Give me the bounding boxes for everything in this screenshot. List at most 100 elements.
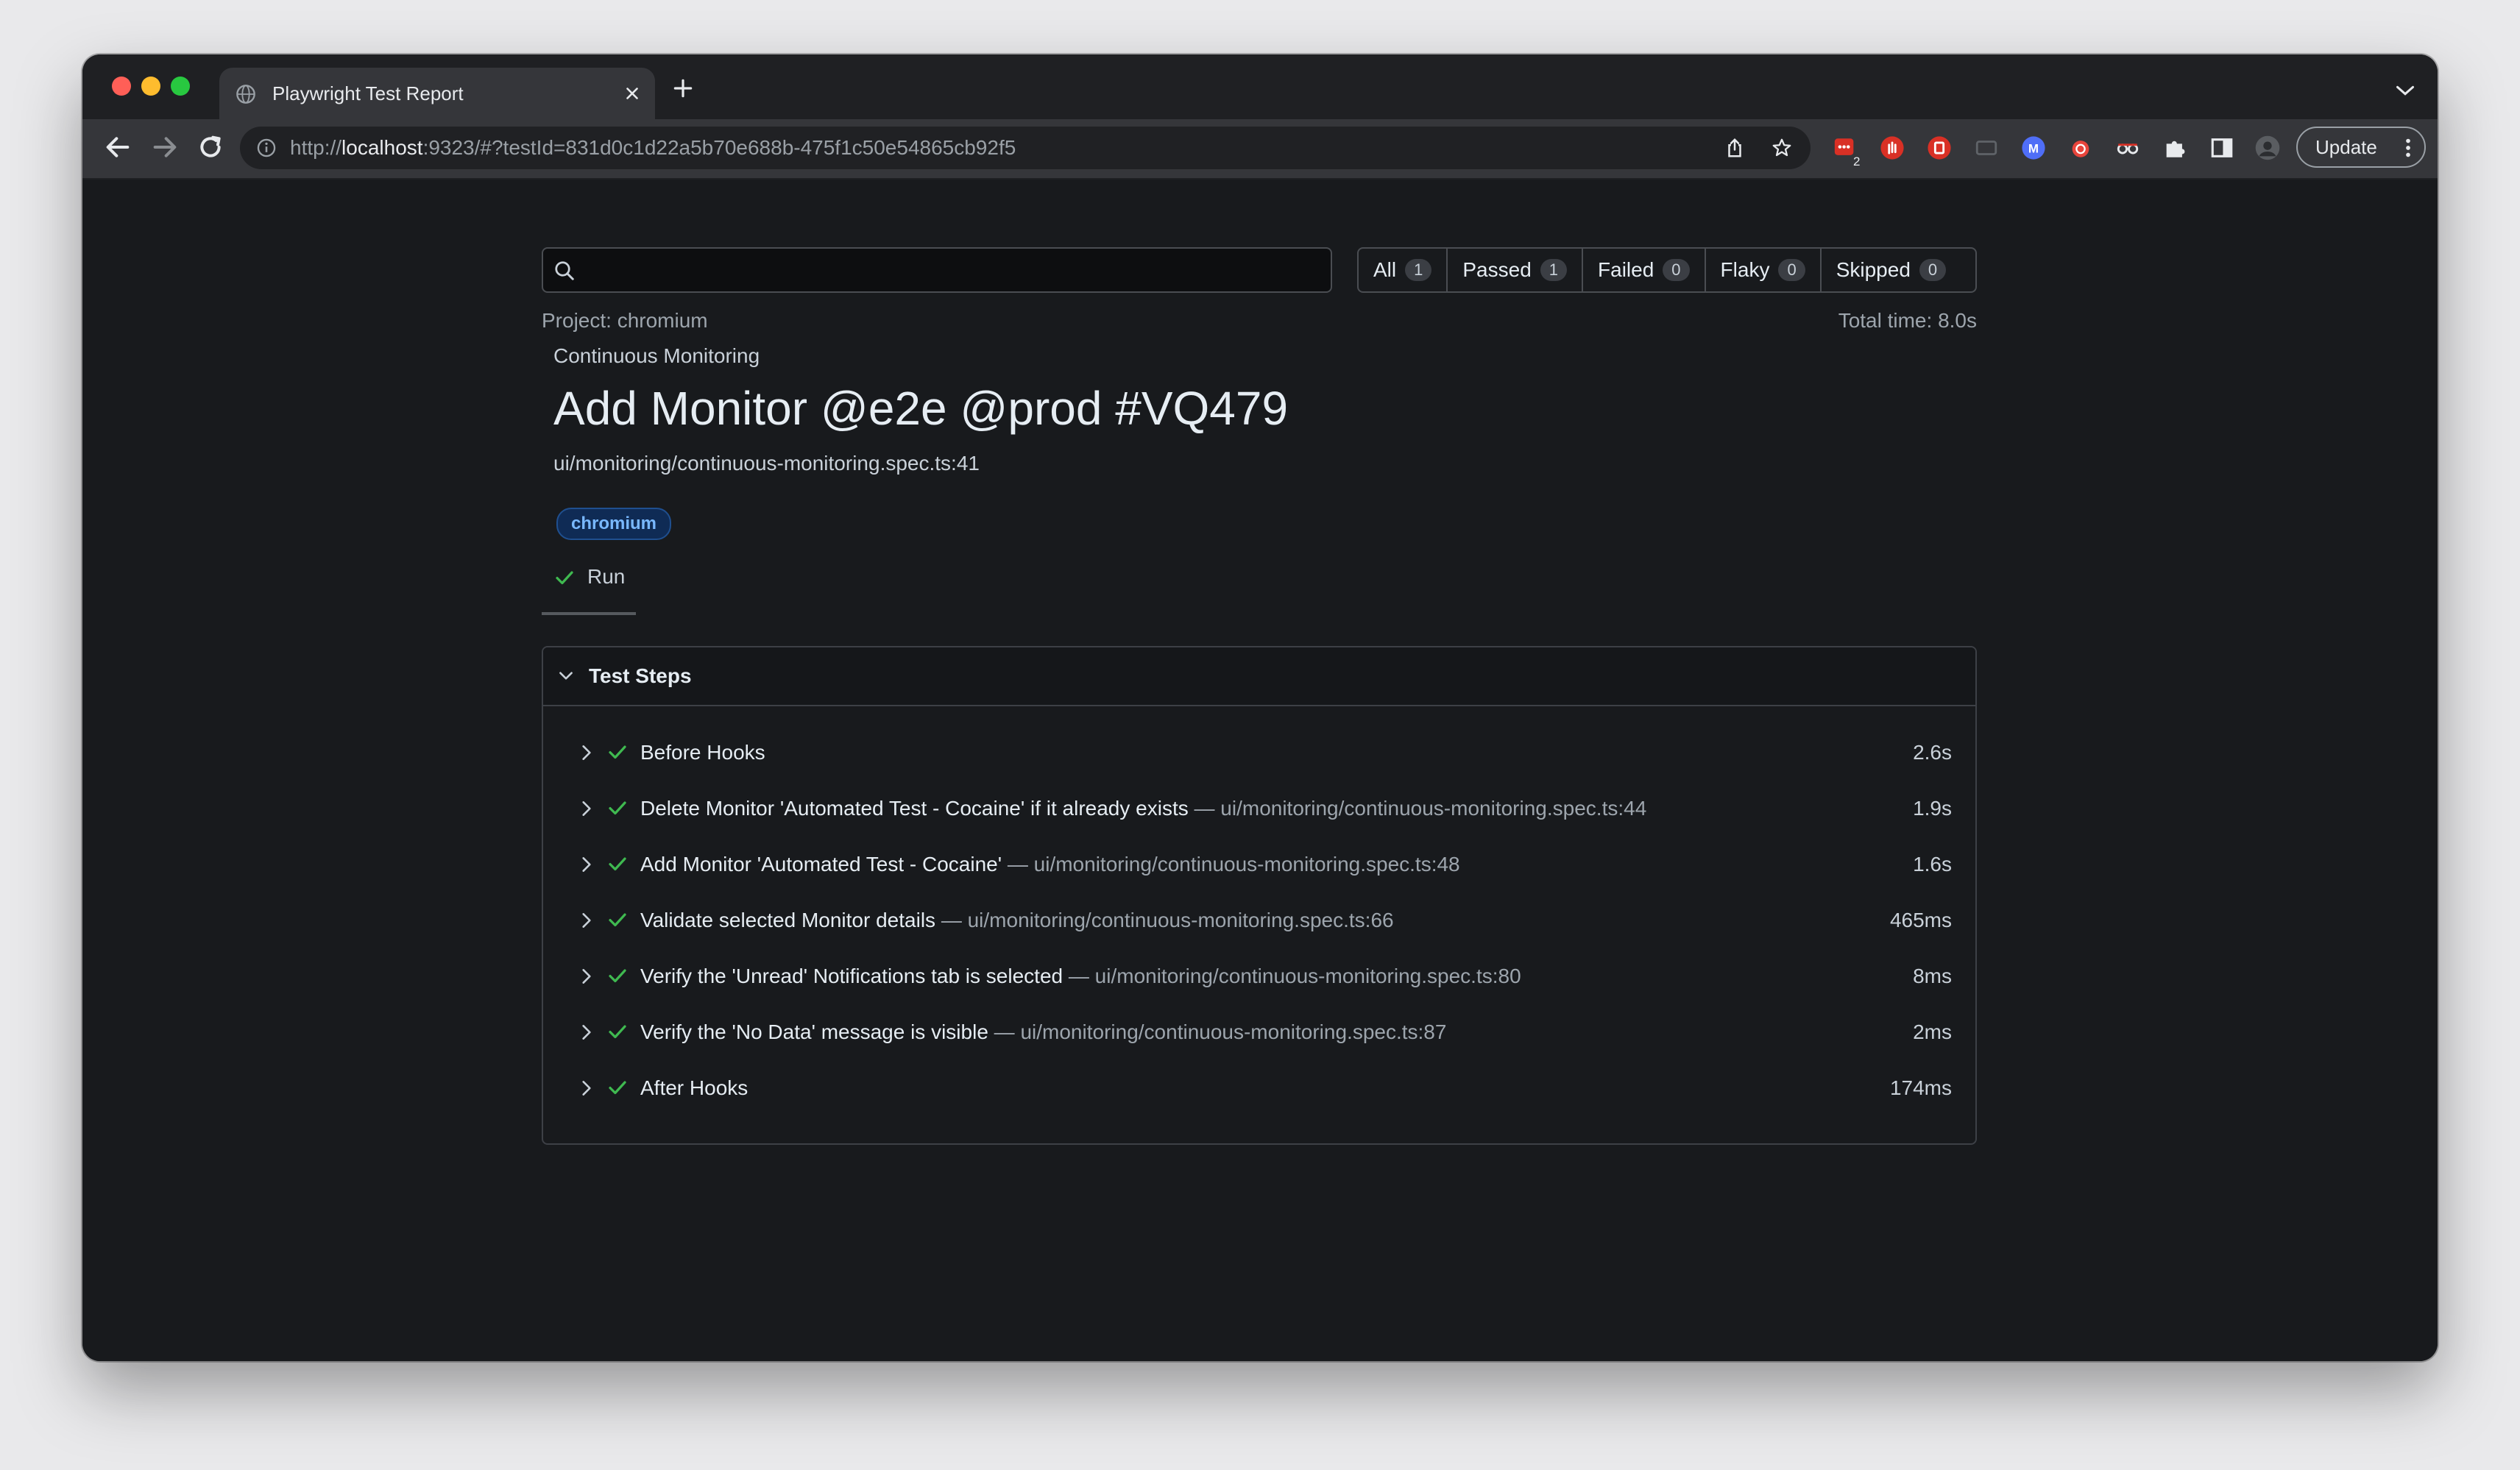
report-page: All 1 Passed 1 Failed 0 Flaky 0 Skipped …: [82, 180, 2438, 1361]
back-arrow-icon[interactable]: [103, 132, 132, 162]
bug-icon[interactable]: [2068, 135, 2093, 160]
chevron-right-icon: [582, 913, 591, 928]
suite-title: Continuous Monitoring: [553, 344, 760, 367]
step-label: Verify the 'Unread' Notifications tab is…: [640, 948, 1521, 1004]
url-text: http://localhost:9323/#?testId=831d0c1d2…: [290, 127, 1016, 169]
filter-count: 0: [1778, 259, 1805, 281]
browser-window: Playwright Test Report http://localhost:…: [82, 54, 2438, 1361]
close-icon[interactable]: [623, 84, 642, 103]
filter-failed[interactable]: Failed 0: [1583, 249, 1706, 291]
more-vertical-icon: [2406, 138, 2410, 157]
filter-label: Flaky: [1720, 258, 1770, 281]
share-icon[interactable]: [1724, 137, 1746, 159]
step-duration: 465ms: [1889, 909, 1952, 931]
step-row[interactable]: Verify the 'Unread' Notifications tab is…: [543, 948, 1975, 1004]
run-tab-label: Run: [587, 565, 626, 588]
project-badge[interactable]: chromium: [556, 508, 672, 540]
step-duration: 1.9s: [1913, 797, 1952, 820]
extension-badge: 2: [1853, 155, 1861, 168]
search-input[interactable]: [584, 249, 1323, 293]
filter-count: 1: [1540, 259, 1568, 281]
step-row[interactable]: Add Monitor 'Automated Test - Cocaine' —…: [543, 837, 1975, 892]
step-row[interactable]: Verify the 'No Data' message is visible …: [543, 1004, 1975, 1060]
test-location: ui/monitoring/continuous-monitoring.spec…: [553, 452, 980, 475]
record-icon[interactable]: [1927, 135, 1952, 160]
search-box[interactable]: [542, 247, 1332, 293]
filter-skipped[interactable]: Skipped 0: [1822, 249, 1961, 291]
side-panel-icon[interactable]: [2209, 135, 2234, 160]
url-host: localhost: [341, 136, 423, 159]
step-row[interactable]: After Hooks 174ms: [543, 1060, 1975, 1116]
filter-flaky[interactable]: Flaky 0: [1706, 249, 1822, 291]
monitor-icon[interactable]: [1974, 135, 1999, 160]
step-row[interactable]: Before Hooks 2.6s: [543, 725, 1975, 781]
step-location: — ui/monitoring/continuous-monitoring.sp…: [1188, 797, 1647, 820]
chevron-down-icon: [559, 672, 573, 680]
step-row[interactable]: Delete Monitor 'Automated Test - Cocaine…: [543, 781, 1975, 837]
search-icon: [555, 261, 574, 280]
minimize-window-button[interactable]: [141, 77, 160, 96]
step-location: — ui/monitoring/continuous-monitoring.sp…: [1002, 853, 1460, 876]
browser-tab[interactable]: Playwright Test Report: [219, 68, 655, 119]
step-label: Before Hooks: [640, 725, 765, 781]
step-label: Add Monitor 'Automated Test - Cocaine' —…: [640, 837, 1460, 892]
forward-arrow-icon[interactable]: [150, 132, 180, 162]
update-label: Update: [2315, 136, 2377, 158]
info-icon[interactable]: [256, 138, 277, 158]
filter-all[interactable]: All 1: [1359, 249, 1448, 291]
globe-icon: [236, 85, 255, 104]
close-window-button[interactable]: [112, 77, 131, 96]
filter-passed[interactable]: Passed 1: [1448, 249, 1584, 291]
step-label: After Hooks: [640, 1060, 748, 1116]
step-label: Delete Monitor 'Automated Test - Cocaine…: [640, 781, 1646, 837]
chevron-right-icon: [582, 857, 591, 872]
m-icon[interactable]: M: [2021, 135, 2046, 160]
step-title: Verify the 'Unread' Notifications tab is…: [640, 965, 1063, 987]
step-duration: 2ms: [1913, 1020, 1952, 1043]
update-button[interactable]: Update: [2296, 127, 2426, 168]
test-steps-panel: Test Steps Before Hooks 2.6s Delete Moni…: [542, 646, 1977, 1145]
address-bar[interactable]: http://localhost:9323/#?testId=831d0c1d2…: [240, 127, 1811, 169]
step-title: Add Monitor 'Automated Test - Cocaine': [640, 853, 1002, 876]
total-time: Total time: 8.0s: [1838, 309, 1977, 332]
test-steps-header[interactable]: Test Steps: [543, 647, 1975, 706]
step-title: Delete Monitor 'Automated Test - Cocaine…: [640, 797, 1189, 820]
filter-label: All: [1373, 258, 1397, 281]
step-label: Verify the 'No Data' message is visible …: [640, 1004, 1446, 1060]
new-tab-plus-icon[interactable]: [671, 77, 695, 100]
check-icon: [609, 969, 626, 983]
filter-count: 0: [1919, 259, 1947, 281]
puzzle-icon[interactable]: [2162, 135, 2187, 160]
step-location: — ui/monitoring/continuous-monitoring.sp…: [935, 909, 1394, 931]
tab-run[interactable]: Run: [542, 555, 636, 615]
check-icon: [609, 745, 626, 759]
filter-count: 0: [1663, 259, 1690, 281]
tab-title: Playwright Test Report: [272, 82, 464, 104]
check-icon: [609, 913, 626, 927]
filter-label: Failed: [1598, 258, 1654, 281]
glasses-icon[interactable]: [2115, 135, 2140, 160]
chevron-right-icon: [582, 1025, 591, 1040]
chevron-down-icon[interactable]: [2395, 84, 2415, 97]
chevron-right-icon: [582, 801, 591, 816]
check-icon: [609, 1025, 626, 1039]
step-row[interactable]: Validate selected Monitor details — ui/m…: [543, 892, 1975, 948]
chevron-right-icon: [582, 1081, 591, 1096]
filter-label: Skipped: [1836, 258, 1911, 281]
step-location: — ui/monitoring/continuous-monitoring.sp…: [1063, 965, 1521, 987]
status-filters: All 1 Passed 1 Failed 0 Flaky 0 Skipped …: [1357, 247, 1977, 293]
step-duration: 8ms: [1913, 965, 1952, 987]
zoom-window-button[interactable]: [171, 77, 190, 96]
filter-label: Passed: [1462, 258, 1532, 281]
test-steps-title: Test Steps: [589, 664, 692, 687]
svg-text:M: M: [2028, 141, 2039, 155]
avatar[interactable]: [2255, 135, 2280, 160]
bookmark-star-icon[interactable]: [1771, 137, 1793, 159]
hand-icon[interactable]: [1880, 135, 1905, 160]
filter-count: 1: [1405, 259, 1432, 281]
step-label: Validate selected Monitor details — ui/m…: [640, 892, 1394, 948]
reload-icon[interactable]: [196, 132, 225, 162]
step-title: Validate selected Monitor details: [640, 909, 936, 931]
step-duration: 1.6s: [1913, 853, 1952, 876]
step-title: Verify the 'No Data' message is visible: [640, 1020, 988, 1043]
